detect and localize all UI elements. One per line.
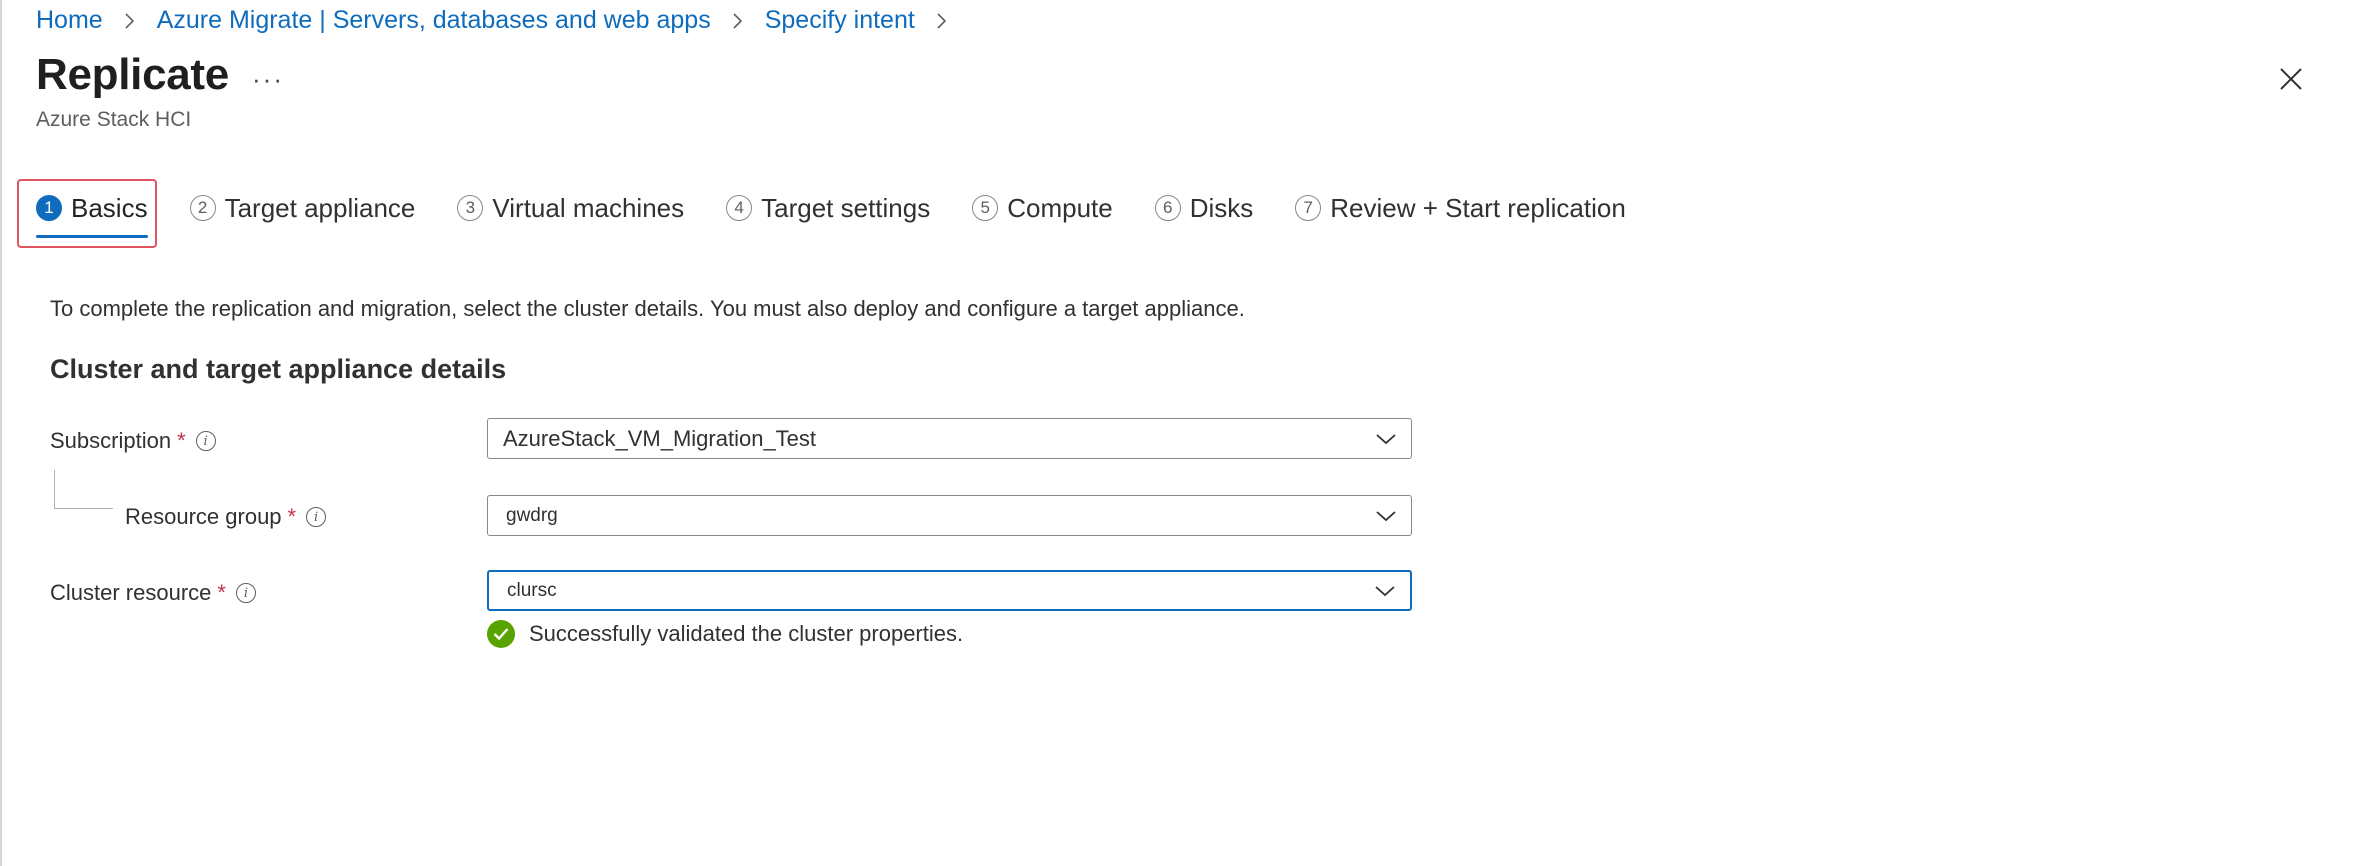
step-number: 7: [1295, 195, 1322, 221]
close-icon[interactable]: [2276, 64, 2306, 94]
tab-label: Target settings: [761, 192, 931, 223]
required-asterisk: *: [177, 428, 186, 453]
step-number: 2: [189, 195, 216, 221]
tab-label: Review + Start replication: [1330, 192, 1626, 223]
step-number: 5: [972, 195, 999, 221]
subscription-label: Subscription * i: [50, 428, 216, 454]
chevron-down-icon: [1376, 433, 1396, 444]
info-icon[interactable]: i: [306, 507, 327, 527]
resource-group-label: Resource group * i: [125, 504, 327, 530]
intro-text: To complete the replication and migratio…: [50, 296, 1245, 321]
wizard-tabs: 1 Basics 2 Target appliance 3 Virtual ma…: [36, 188, 1668, 238]
chevron-right-icon: [117, 8, 143, 34]
checkmark-circle-icon: [487, 620, 515, 648]
panel-left-border: [0, 0, 2, 866]
tab-label: Target appliance: [224, 192, 416, 223]
required-asterisk: *: [287, 504, 297, 529]
step-number: 3: [457, 195, 484, 221]
page-subtitle: Azure Stack HCI: [36, 108, 192, 131]
step-number: 4: [726, 195, 753, 221]
resource-group-value: gwdrg: [506, 504, 558, 526]
chevron-right-icon: [929, 8, 955, 34]
breadcrumb-azure-migrate-link[interactable]: Azure Migrate | Servers, databases and w…: [157, 6, 711, 35]
section-heading: Cluster and target appliance details: [50, 354, 507, 384]
chevron-right-icon: [725, 8, 751, 34]
page-title: Replicate: [36, 50, 229, 99]
subscription-value: AzureStack_VM_Migration_Test: [503, 425, 817, 451]
cluster-resource-value: clursc: [507, 579, 557, 601]
tab-label: Disks: [1189, 192, 1254, 223]
info-icon[interactable]: i: [235, 583, 256, 603]
step-number: 1: [36, 195, 62, 221]
info-icon[interactable]: i: [195, 431, 216, 451]
more-icon[interactable]: ···: [252, 64, 284, 95]
tab-virtual-machines[interactable]: 3 Virtual machines: [457, 193, 684, 224]
breadcrumb: Home Azure Migrate | Servers, databases …: [36, 6, 969, 35]
cluster-resource-label-text: Cluster resource: [50, 580, 212, 605]
tab-basics[interactable]: 1 Basics: [36, 192, 148, 238]
tab-compute[interactable]: 5 Compute: [972, 193, 1113, 224]
tree-connector-line: [54, 470, 113, 509]
tab-label: Compute: [1007, 192, 1113, 223]
breadcrumb-specify-intent-link[interactable]: Specify intent: [765, 6, 915, 35]
tab-review-start-replication[interactable]: 7 Review + Start replication: [1295, 193, 1626, 224]
cluster-resource-dropdown[interactable]: clursc: [487, 570, 1412, 611]
breadcrumb-home-link[interactable]: Home: [36, 6, 103, 35]
cluster-resource-label: Cluster resource * i: [50, 580, 256, 606]
chevron-down-icon: [1376, 510, 1396, 521]
validation-message: Successfully validated the cluster prope…: [487, 620, 963, 648]
tab-label: Virtual machines: [492, 192, 685, 223]
tab-label: Basics: [71, 192, 148, 223]
tab-target-settings[interactable]: 4 Target settings: [726, 193, 930, 224]
tab-target-appliance[interactable]: 2 Target appliance: [189, 192, 416, 224]
step-number: 6: [1154, 195, 1181, 221]
resource-group-dropdown[interactable]: gwdrg: [487, 495, 1412, 536]
chevron-down-icon: [1375, 585, 1395, 596]
required-asterisk: *: [217, 580, 226, 605]
tab-disks[interactable]: 6 Disks: [1154, 192, 1254, 224]
subscription-dropdown[interactable]: AzureStack_VM_Migration_Test: [487, 418, 1412, 459]
resource-group-label-text: Resource group: [125, 504, 282, 529]
subscription-label-text: Subscription: [50, 428, 172, 453]
validation-text: Successfully validated the cluster prope…: [529, 621, 964, 646]
